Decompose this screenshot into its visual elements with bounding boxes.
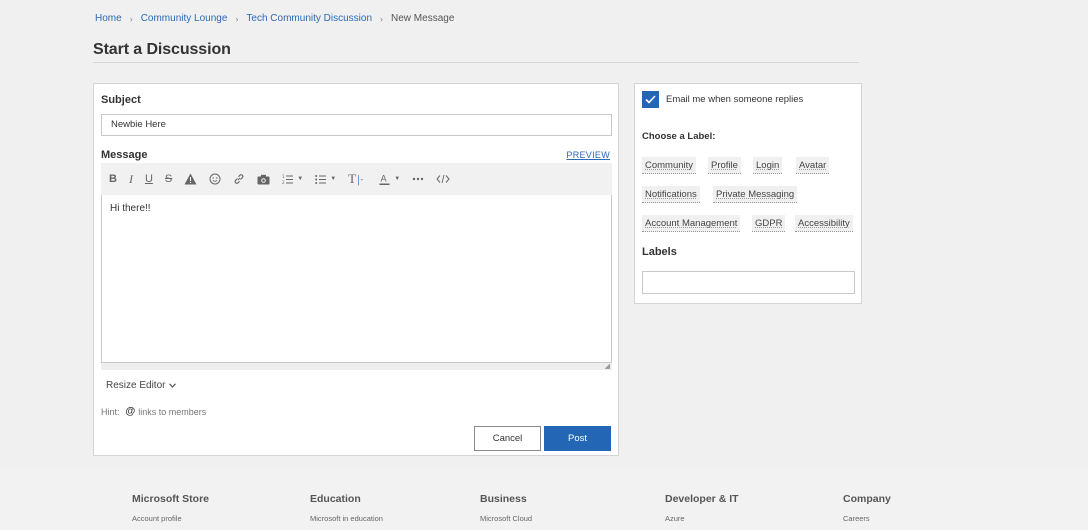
email-notify-label: Email me when someone replies bbox=[666, 94, 804, 105]
chevron-right-icon: › bbox=[235, 13, 239, 24]
font-size-icon[interactable]: T | - bbox=[348, 169, 363, 189]
bullet-list-icon[interactable]: ▼ bbox=[315, 169, 336, 189]
labels-heading: Labels bbox=[642, 246, 677, 258]
label-tag[interactable]: Profile bbox=[708, 157, 741, 174]
footer-link[interactable]: Careers bbox=[843, 514, 891, 523]
more-options-icon[interactable] bbox=[412, 169, 424, 189]
site-footer: Microsoft Store Account profile Educatio… bbox=[0, 469, 1088, 530]
subject-input[interactable]: Newbie Here bbox=[101, 114, 612, 136]
caret-down-icon: ▼ bbox=[297, 176, 304, 182]
label-tag[interactable]: Accessibility bbox=[795, 215, 853, 232]
link-icon[interactable] bbox=[233, 169, 245, 189]
footer-heading: Education bbox=[310, 493, 361, 505]
spoiler-warning-icon[interactable] bbox=[184, 169, 197, 189]
caret-down-icon: ▼ bbox=[330, 176, 337, 182]
post-button[interactable]: Post bbox=[544, 426, 611, 451]
svg-text:2: 2 bbox=[282, 180, 285, 185]
message-label: Message bbox=[101, 149, 148, 161]
labels-input[interactable] bbox=[642, 271, 855, 294]
caret-down-icon: ▼ bbox=[394, 176, 401, 182]
breadcrumb-current: New Message bbox=[391, 13, 455, 24]
chevron-right-icon: › bbox=[380, 13, 384, 24]
compose-panel: Subject Newbie Here Message PREVIEW B I … bbox=[93, 83, 619, 456]
footer-link[interactable]: Microsoft in education bbox=[310, 514, 383, 523]
email-notify-checkbox[interactable] bbox=[642, 91, 659, 108]
options-panel: Email me when someone replies Choose a L… bbox=[634, 83, 862, 304]
footer-column: Company Careers bbox=[843, 493, 891, 523]
label-tag[interactable]: Private Messaging bbox=[713, 186, 798, 203]
footer-column: Business Microsoft Cloud bbox=[480, 493, 532, 523]
editor-resize-bar: ◢ bbox=[101, 363, 612, 370]
divider bbox=[93, 62, 859, 63]
numbered-list-icon[interactable]: 12 ▼ bbox=[282, 169, 303, 189]
footer-link[interactable]: Azure bbox=[665, 514, 739, 523]
resize-grip-icon[interactable]: ◢ bbox=[605, 362, 610, 370]
editor-toolbar: B I U S 12 ▼ ▼ T | - A ▼ bbox=[101, 163, 612, 195]
hint-prefix: Hint: bbox=[101, 406, 120, 417]
breadcrumb-home[interactable]: Home bbox=[95, 13, 122, 24]
footer-heading: Microsoft Store bbox=[132, 493, 210, 505]
label-tag[interactable]: Login bbox=[753, 157, 783, 174]
footer-column: Education Microsoft in education bbox=[310, 493, 383, 523]
italic-button[interactable]: I bbox=[129, 169, 133, 189]
preview-link[interactable]: PREVIEW bbox=[566, 150, 610, 160]
strikethrough-button[interactable]: S bbox=[165, 169, 172, 189]
chevron-down-icon bbox=[169, 383, 177, 388]
cancel-button[interactable]: Cancel bbox=[474, 426, 541, 451]
emoji-icon[interactable] bbox=[209, 169, 221, 189]
footer-link[interactable]: Account profile bbox=[132, 514, 209, 523]
editor-text: Hi there!! bbox=[110, 203, 151, 214]
label-tag[interactable]: Account Management bbox=[642, 215, 741, 232]
message-editor[interactable]: Hi there!! bbox=[101, 195, 612, 363]
resize-editor-button[interactable]: Resize Editor bbox=[106, 380, 177, 391]
underline-button[interactable]: U bbox=[145, 169, 153, 189]
label-tag[interactable]: Community bbox=[642, 157, 697, 174]
footer-heading: Developer & IT bbox=[665, 493, 739, 505]
breadcrumb: Home › Community Lounge › Tech Community… bbox=[95, 13, 454, 24]
source-code-icon[interactable] bbox=[436, 169, 450, 189]
svg-text:1: 1 bbox=[282, 174, 285, 179]
chevron-right-icon: › bbox=[129, 13, 133, 24]
camera-icon[interactable] bbox=[257, 169, 270, 189]
svg-text:A: A bbox=[381, 174, 388, 184]
label-tag[interactable]: GDPR bbox=[752, 215, 786, 232]
breadcrumb-tech-community-discussion[interactable]: Tech Community Discussion bbox=[246, 13, 372, 24]
footer-link[interactable]: Microsoft Cloud bbox=[480, 514, 532, 523]
footer-heading: Company bbox=[843, 493, 891, 505]
bold-button[interactable]: B bbox=[109, 169, 117, 189]
page-title: Start a Discussion bbox=[93, 41, 231, 58]
at-icon: @ bbox=[125, 406, 136, 417]
footer-column: Developer & IT Azure bbox=[665, 493, 739, 523]
choose-label-heading: Choose a Label: bbox=[642, 131, 716, 142]
breadcrumb-community-lounge[interactable]: Community Lounge bbox=[141, 13, 228, 24]
footer-column: Microsoft Store Account profile bbox=[132, 493, 209, 523]
footer-heading: Business bbox=[480, 493, 527, 505]
hint-text: links to members bbox=[138, 406, 207, 417]
font-color-icon[interactable]: A ▼ bbox=[379, 169, 400, 189]
hint: Hint: @ links to members bbox=[101, 406, 206, 417]
label-tag[interactable]: Notifications bbox=[642, 186, 700, 203]
checkmark-icon bbox=[645, 95, 656, 104]
subject-label: Subject bbox=[101, 94, 141, 106]
label-tag[interactable]: Avatar bbox=[796, 157, 830, 174]
